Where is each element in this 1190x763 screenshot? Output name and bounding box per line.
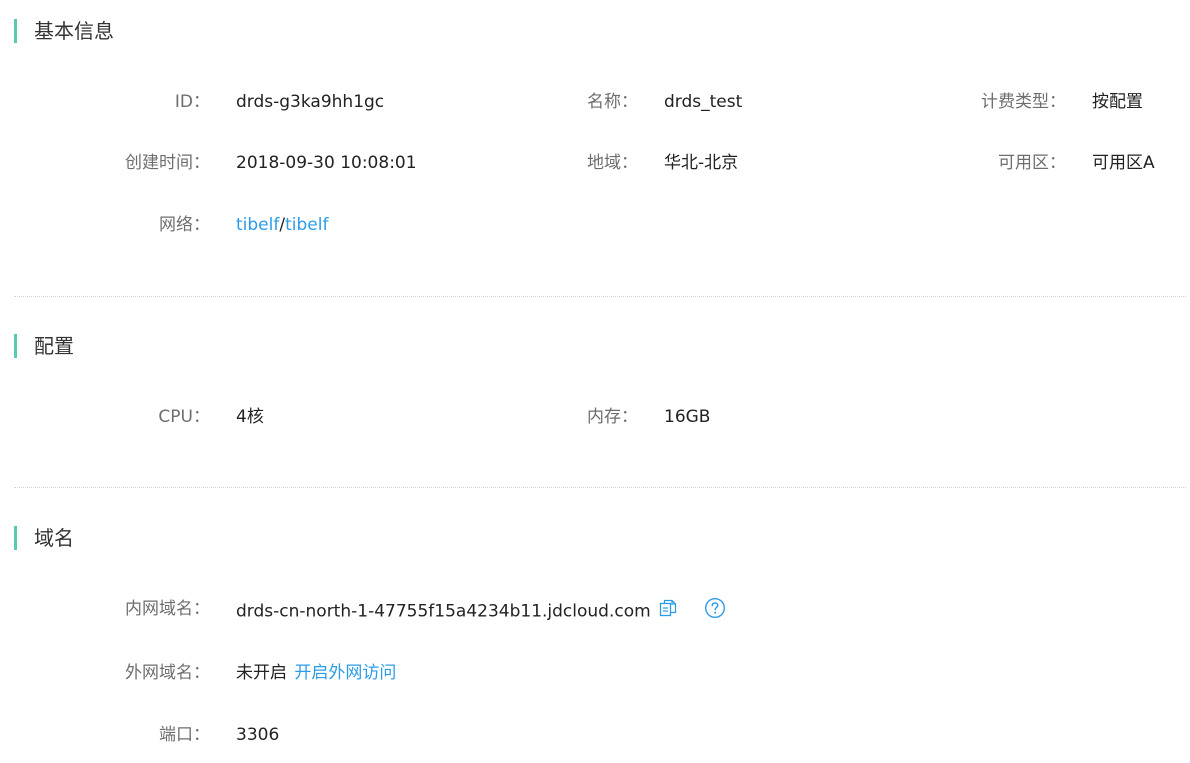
region-value: 华北-北京 (664, 153, 739, 173)
created-time-label: 创建时间： (125, 153, 210, 173)
cpu-value: 4核 (236, 407, 264, 427)
port-label: 端口： (159, 725, 210, 745)
subnet-link[interactable]: tibelf (285, 215, 328, 235)
help-icon[interactable] (704, 597, 726, 626)
name-label: 名称： (587, 92, 638, 112)
copy-icon[interactable] (658, 598, 678, 625)
section-title-domain: 域名 (14, 526, 74, 550)
internal-domain-value: drds-cn-north-1-47755f15a4234b11.jdcloud… (236, 601, 651, 622)
id-value: drds-g3ka9hh1gc (236, 92, 385, 112)
section-title-config: 配置 (14, 334, 74, 358)
created-time-value: 2018-09-30 10:08:01 (236, 153, 417, 173)
availability-zone-label: 可用区： (998, 153, 1066, 173)
external-domain-label: 外网域名： (125, 663, 210, 683)
internal-domain-row: drds-cn-north-1-47755f15a4234b11.jdcloud… (236, 597, 726, 626)
name-value: drds_test (664, 92, 743, 112)
billing-type-value: 按配置 (1092, 92, 1143, 112)
network-value: tibelf/tibelf (236, 213, 328, 237)
id-label: ID： (174, 92, 210, 112)
port-value: 3306 (236, 725, 280, 745)
vpc-link[interactable]: tibelf (236, 215, 279, 235)
external-domain-row: 未开启 开启外网访问 (236, 661, 396, 685)
section-title-basic-info: 基本信息 (14, 19, 114, 43)
section-divider (14, 487, 1186, 488)
network-label: 网络： (159, 215, 210, 235)
enable-external-access-link[interactable]: 开启外网访问 (294, 663, 396, 683)
internal-domain-label: 内网域名： (125, 599, 210, 619)
external-domain-status: 未开启 (236, 663, 287, 683)
billing-type-label: 计费类型： (981, 92, 1066, 112)
memory-label: 内存： (587, 407, 638, 427)
section-divider (14, 296, 1186, 297)
cpu-label: CPU： (158, 407, 210, 427)
region-label: 地域： (587, 153, 638, 173)
memory-value: 16GB (664, 407, 711, 427)
availability-zone-value: 可用区A (1092, 153, 1155, 173)
